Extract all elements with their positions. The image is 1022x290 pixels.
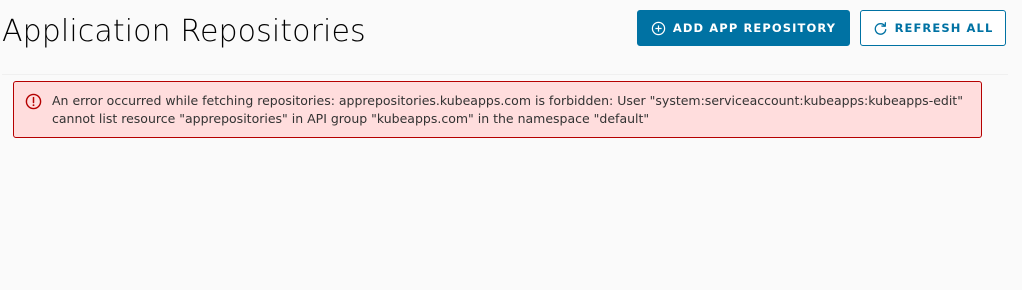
page: Application Repositories ADD APP REPOSIT… <box>0 0 1022 290</box>
add-app-repository-label: ADD APP REPOSITORY <box>672 21 837 35</box>
error-message: An error occurred while fetching reposit… <box>52 93 963 126</box>
refresh-all-button[interactable]: REFRESH ALL <box>860 10 1006 46</box>
refresh-icon <box>874 21 886 35</box>
page-header: Application Repositories ADD APP REPOSIT… <box>0 0 1022 75</box>
header-divider <box>2 74 1008 75</box>
add-app-repository-button[interactable]: ADD APP REPOSITORY <box>637 10 850 46</box>
page-title: Application Repositories <box>2 14 366 49</box>
error-alert: An error occurred while fetching reposit… <box>13 81 982 138</box>
error-circle-icon <box>25 93 42 110</box>
plus-circle-icon <box>651 21 666 35</box>
refresh-all-label: REFRESH ALL <box>894 21 994 35</box>
